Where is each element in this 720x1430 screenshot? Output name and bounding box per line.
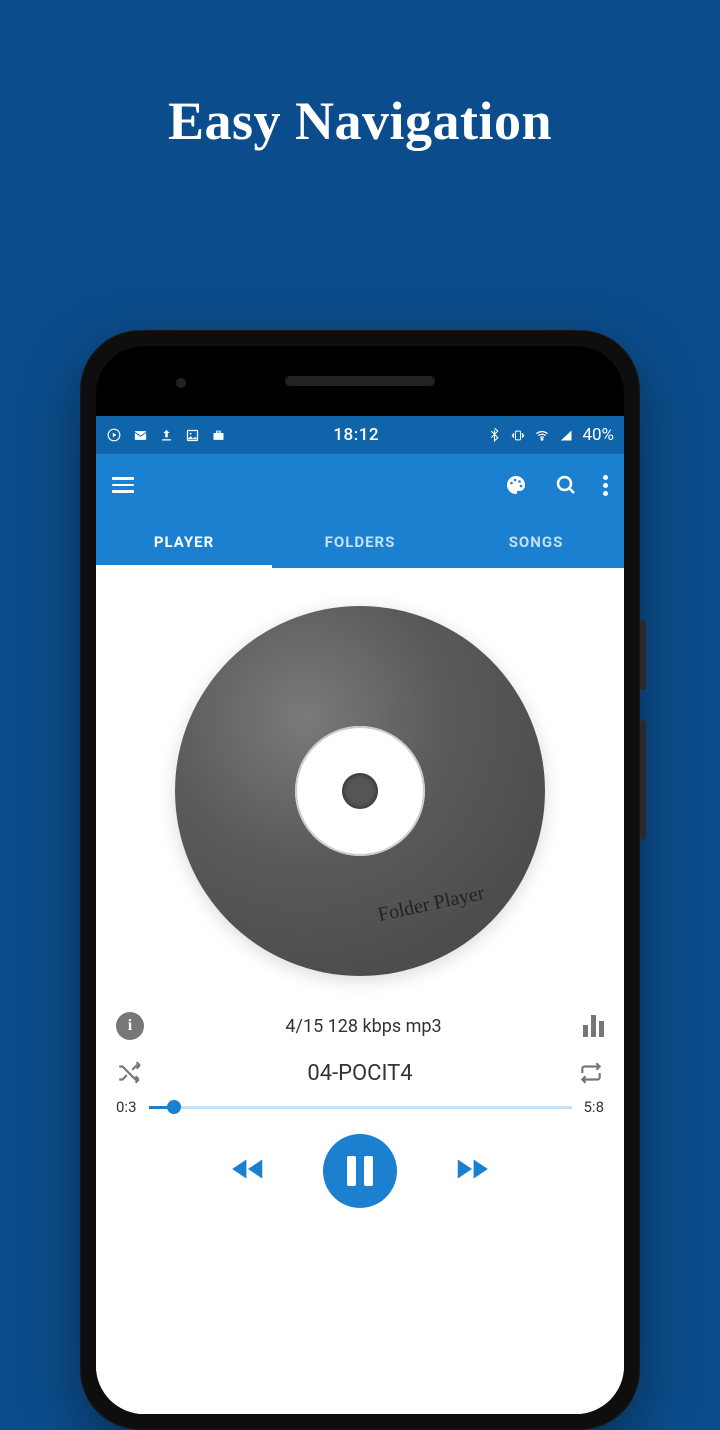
menu-button[interactable] — [112, 477, 134, 493]
action-bar — [96, 454, 624, 516]
track-title: 04-POCIT4 — [307, 1061, 412, 1086]
battery-text: 40% — [582, 425, 614, 445]
tab-folders[interactable]: FOLDERS — [272, 516, 448, 568]
tab-songs[interactable]: SONGS — [448, 516, 624, 568]
player-panel: Folder Player i 4/15 128 kbps mp3 04-P — [96, 568, 624, 1414]
phone-side-button — [640, 620, 646, 690]
app-screen: 18:12 40% — [96, 416, 624, 1414]
tab-bar: PLAYER FOLDERS SONGS — [96, 516, 624, 568]
upload-icon — [158, 427, 174, 443]
play-pause-button[interactable] — [323, 1134, 397, 1208]
theme-button[interactable] — [503, 472, 529, 498]
status-right-icons: 40% — [486, 425, 614, 445]
vibrate-icon — [510, 427, 526, 443]
disc-center — [295, 726, 425, 856]
shuffle-button[interactable] — [116, 1060, 142, 1086]
info-button[interactable]: i — [116, 1012, 144, 1040]
phone-speaker — [285, 376, 435, 386]
bluetooth-icon — [486, 427, 502, 443]
pause-icon — [347, 1156, 373, 1186]
progress-row: 0:3 5:8 — [116, 1098, 604, 1116]
disc-hole — [342, 773, 378, 809]
previous-button[interactable] — [229, 1150, 267, 1192]
info-icon: i — [128, 1017, 132, 1035]
time-elapsed: 0:3 — [116, 1098, 137, 1116]
image-icon — [184, 427, 200, 443]
briefcase-icon — [210, 427, 226, 443]
info-row: i 4/15 128 kbps mp3 — [116, 1012, 604, 1040]
seek-bar[interactable] — [149, 1106, 572, 1109]
disc-label: Folder Player — [375, 882, 486, 927]
track-metadata: 4/15 128 kbps mp3 — [285, 1016, 441, 1037]
mail-icon — [132, 427, 148, 443]
status-bar: 18:12 40% — [96, 416, 624, 454]
status-time: 18:12 — [226, 425, 486, 445]
overflow-menu-button[interactable] — [603, 475, 608, 496]
search-button[interactable] — [553, 472, 579, 498]
playback-controls — [116, 1134, 604, 1208]
phone-camera — [176, 378, 186, 388]
time-total: 5:8 — [584, 1098, 605, 1116]
repeat-button[interactable] — [578, 1060, 604, 1086]
phone-side-button — [640, 720, 646, 840]
next-button[interactable] — [453, 1150, 491, 1192]
seek-thumb[interactable] — [167, 1100, 181, 1114]
play-notification-icon — [106, 427, 122, 443]
phone-frame: 18:12 40% — [80, 330, 640, 1430]
wifi-icon — [534, 427, 550, 443]
album-disc: Folder Player — [175, 606, 545, 976]
title-row: 04-POCIT4 — [116, 1060, 604, 1086]
hero-title: Easy Navigation — [0, 90, 720, 152]
tab-player[interactable]: PLAYER — [96, 516, 272, 568]
status-left-icons — [106, 427, 226, 443]
signal-icon — [558, 427, 574, 443]
equalizer-button[interactable] — [583, 1015, 604, 1037]
